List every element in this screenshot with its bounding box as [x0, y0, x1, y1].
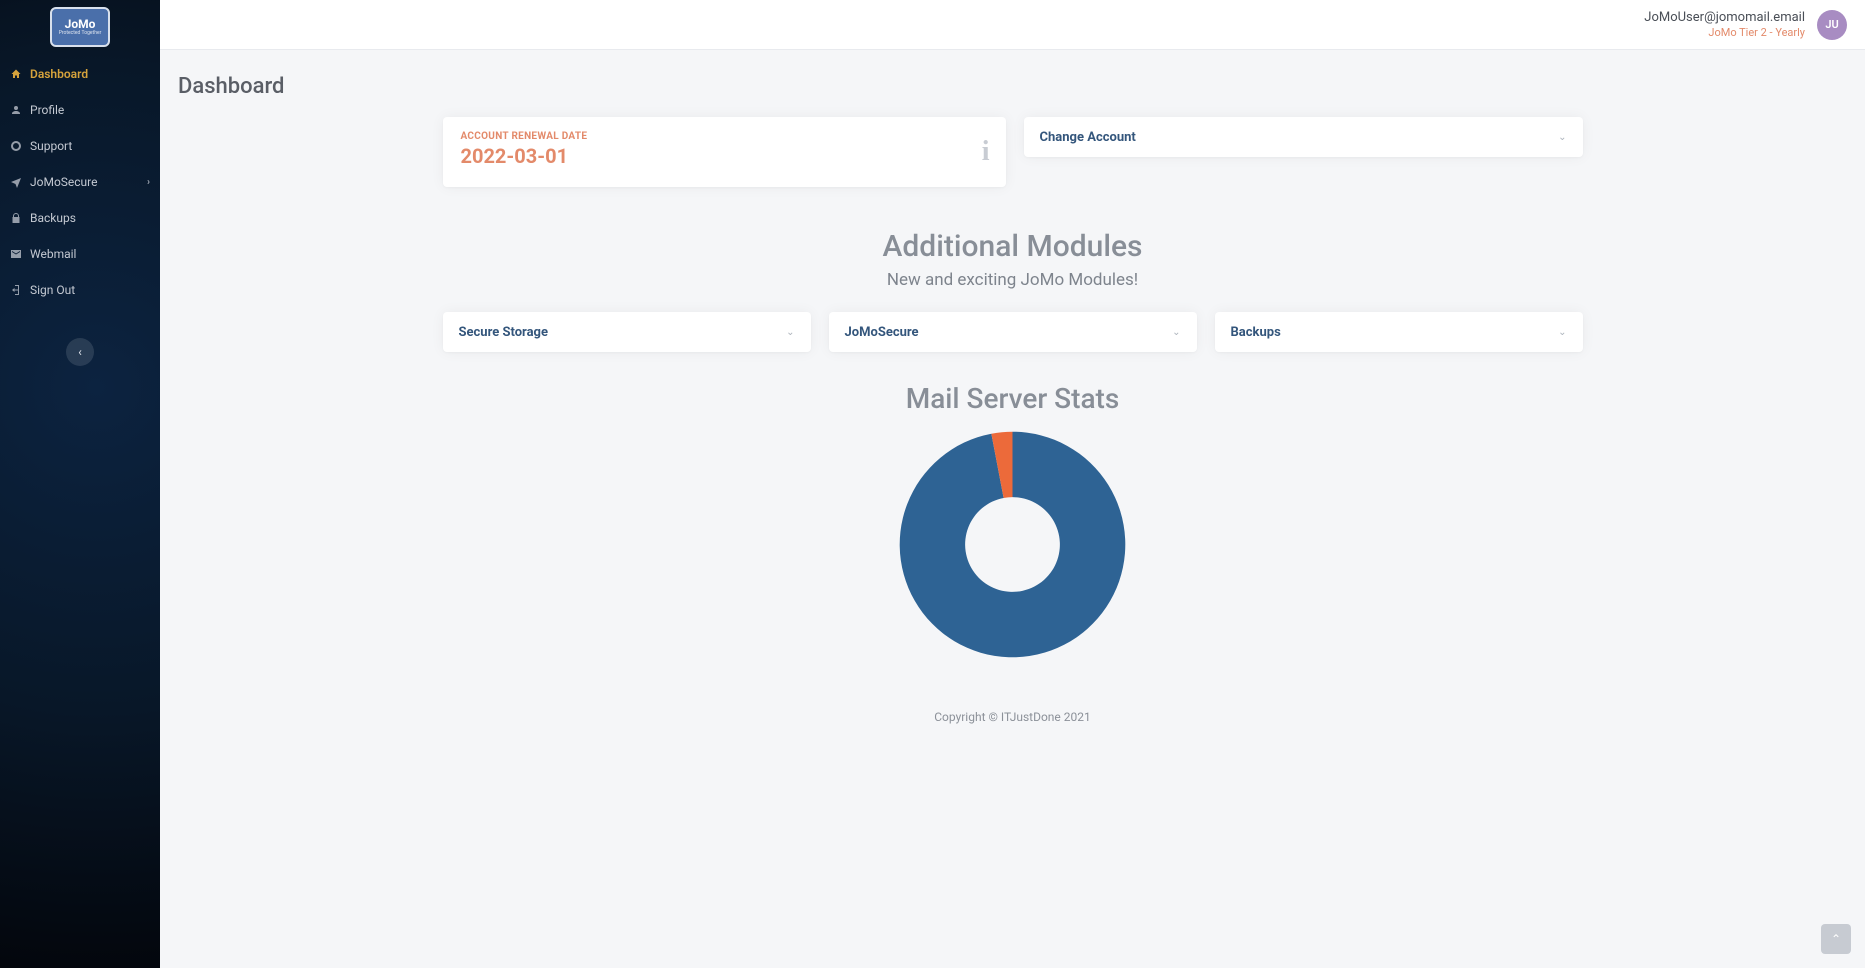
renewal-label: ACCOUNT RENEWAL DATE [461, 131, 988, 142]
footer-text: Copyright © ITJustDone 2021 [934, 710, 1091, 724]
info-icon[interactable]: i [982, 136, 990, 168]
modules-row: Secure Storage ⌄ JoMoSecure ⌄ Backups ⌄ [443, 312, 1583, 352]
plane-icon [10, 176, 22, 188]
top-cards-row: ACCOUNT RENEWAL DATE 2022-03-01 i Change… [443, 117, 1583, 187]
signout-icon [10, 284, 22, 296]
sidebar-item-label: JoMoSecure [30, 175, 98, 189]
module-label: Secure Storage [459, 325, 549, 340]
chevron-down-icon: ⌄ [1172, 327, 1180, 338]
change-account-dropdown[interactable]: Change Account ⌄ [1024, 117, 1583, 157]
brand-logo[interactable]: JoMo Protected Together [50, 7, 110, 47]
chevron-down-icon: ⌄ [1558, 132, 1566, 143]
main: JoMoUser@jomomail.email JoMo Tier 2 - Ye… [160, 0, 1865, 968]
brand-tagline: Protected Together [59, 30, 102, 36]
user-icon [10, 104, 22, 116]
topbar: JoMoUser@jomomail.email JoMo Tier 2 - Ye… [160, 0, 1865, 50]
sidebar-logo-wrap: JoMo Protected Together [0, 0, 160, 50]
user-plan: JoMo Tier 2 - Yearly [1644, 26, 1805, 40]
sidebar-item-support[interactable]: Support [0, 128, 160, 164]
modules-subtitle: New and exciting JoMo Modules! [176, 270, 1849, 290]
lifebuoy-icon [10, 140, 22, 152]
change-account-label: Change Account [1040, 130, 1136, 145]
sidebar-item-label: Support [30, 139, 72, 153]
sidebar-nav: Dashboard Profile Support JoMoSecure › [0, 50, 160, 308]
sidebar-item-jomosecure[interactable]: JoMoSecure › [0, 164, 160, 200]
lock-icon [10, 212, 22, 224]
chevron-right-icon: › [147, 177, 150, 188]
page-title: Dashboard [178, 74, 1849, 99]
sidebar-collapse-button[interactable]: ‹ [66, 338, 94, 366]
sidebar-item-label: Dashboard [30, 67, 88, 81]
sidebar-item-webmail[interactable]: Webmail [0, 236, 160, 272]
donut-chart [895, 427, 1130, 662]
sidebar-item-label: Backups [30, 211, 76, 225]
sidebar-item-signout[interactable]: Sign Out [0, 272, 160, 308]
brand-name: JoMo [65, 18, 96, 30]
user-block[interactable]: JoMoUser@jomomail.email JoMo Tier 2 - Ye… [1644, 10, 1805, 40]
avatar-initials: JU [1825, 18, 1838, 31]
dashboard-icon [10, 68, 22, 80]
module-label: Backups [1231, 325, 1281, 340]
module-label: JoMoSecure [845, 325, 919, 340]
scroll-to-top-button[interactable]: ⌃ [1821, 924, 1851, 954]
chevron-up-icon: ⌃ [1831, 932, 1841, 946]
sidebar-item-profile[interactable]: Profile [0, 92, 160, 128]
donut-chart-wrap [176, 415, 1849, 682]
sidebar-item-label: Webmail [30, 247, 76, 261]
footer: Copyright © ITJustDone 2021 [176, 682, 1849, 742]
account-renewal-card: ACCOUNT RENEWAL DATE 2022-03-01 i [443, 117, 1006, 187]
sidebar: JoMo Protected Together Dashboard Profil… [0, 0, 160, 968]
content: Dashboard ACCOUNT RENEWAL DATE 2022-03-0… [160, 50, 1865, 742]
sidebar-item-label: Profile [30, 103, 64, 117]
chevron-left-icon: ‹ [78, 345, 82, 359]
chevron-down-icon: ⌄ [1558, 327, 1566, 338]
module-backups[interactable]: Backups ⌄ [1215, 312, 1583, 352]
chevron-down-icon: ⌄ [786, 327, 794, 338]
sidebar-item-dashboard[interactable]: Dashboard [0, 56, 160, 92]
sidebar-item-backups[interactable]: Backups [0, 200, 160, 236]
modules-title: Additional Modules [176, 229, 1849, 264]
module-jomosecure[interactable]: JoMoSecure ⌄ [829, 312, 1197, 352]
stats-title: Mail Server Stats [176, 382, 1849, 415]
mail-icon [10, 248, 22, 260]
module-secure-storage[interactable]: Secure Storage ⌄ [443, 312, 811, 352]
sidebar-item-label: Sign Out [30, 283, 75, 297]
user-email: JoMoUser@jomomail.email [1644, 10, 1805, 26]
avatar[interactable]: JU [1817, 10, 1847, 40]
renewal-date: 2022-03-01 [461, 144, 988, 168]
